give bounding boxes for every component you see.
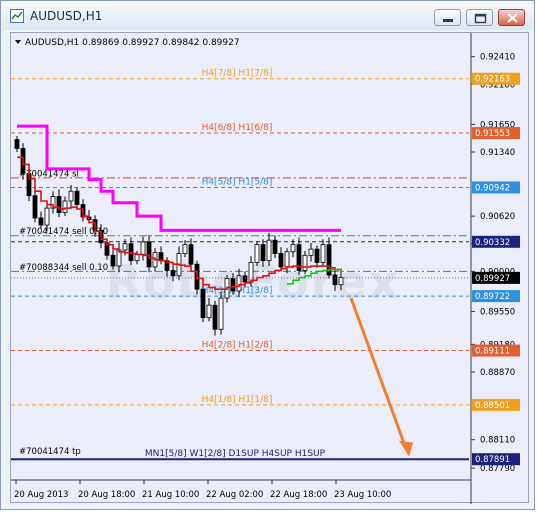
candle-body <box>134 254 140 262</box>
murrey-level-label: H4[6/8] H1[6/8] <box>202 123 273 133</box>
candle-body <box>248 262 254 283</box>
candle-body <box>314 248 320 263</box>
minimize-button[interactable] <box>434 9 461 26</box>
price-tick-label: 0.91340 <box>480 148 515 158</box>
minimize-icon <box>443 19 453 22</box>
price-tag-label: 0.92163 <box>475 75 510 85</box>
price-tick-label: 0.90620 <box>480 212 515 222</box>
time-tick-label: 20 Aug 18:00 <box>78 490 135 500</box>
time-tick-label: 22 Aug 02:00 <box>206 490 263 500</box>
candle-body <box>146 241 152 268</box>
candle-body <box>308 248 314 256</box>
murrey-level-label: H4[2/8] H1[2/8] <box>202 341 273 351</box>
candle-body <box>302 254 308 271</box>
candle-body <box>284 251 290 268</box>
candle-body <box>260 244 266 262</box>
candle-body <box>338 277 344 286</box>
current-price-label: 0.89927 <box>475 274 510 284</box>
murrey-level-label: H4[5/8] H1[5/8] <box>202 177 273 187</box>
forecast-arrow-head <box>399 440 413 457</box>
price-tick-label: 0.88110 <box>480 436 515 446</box>
price-tick-label: 0.87790 <box>480 464 515 474</box>
time-tick-label: 20 Aug 2013 <box>14 490 68 500</box>
price-tick-label: 0.89550 <box>480 307 515 317</box>
time-tick-label: 23 Aug 10:00 <box>334 490 391 500</box>
candle-body <box>56 196 62 213</box>
candle-body <box>278 253 284 268</box>
price-tag-label: 0.88501 <box>475 401 510 411</box>
chart-window-icon <box>10 9 24 23</box>
candle-body <box>140 241 146 255</box>
candle-body <box>74 190 80 205</box>
candle-body <box>218 297 224 330</box>
candle-body <box>182 244 188 254</box>
price-tick-label: 0.88870 <box>480 368 515 378</box>
maximize-icon <box>474 13 487 24</box>
candle-body <box>188 244 194 265</box>
chart-canvas: RoboForex0.924100.921000.916500.913400.9… <box>11 33 520 504</box>
close-button[interactable] <box>498 9 525 26</box>
close-icon <box>507 13 518 23</box>
candle-body <box>290 244 296 253</box>
candle-body <box>44 207 50 226</box>
candle-body <box>200 288 206 319</box>
murrey-level-label: H4[7/8] H1[7/8] <box>202 69 273 79</box>
candle-body <box>230 278 236 292</box>
candle-body <box>38 217 44 226</box>
candle-body <box>266 239 272 262</box>
murrey-level-label: H4[1/8] H1[1/8] <box>202 395 273 405</box>
chart-header: AUDUSD,H1 0.89869 0.89927 0.89842 0.8992… <box>25 38 240 48</box>
candle-body <box>320 244 326 263</box>
price-chart[interactable]: RoboForex0.924100.921000.916500.913400.9… <box>10 32 529 504</box>
candle-body <box>122 243 128 251</box>
symbol-dropdown-icon[interactable] <box>15 40 21 44</box>
time-tick-label: 22 Aug 18:00 <box>270 490 327 500</box>
chart-window: AUDUSD,H1 RoboForex0.924100.921000.91650… <box>0 0 535 510</box>
window-titlebar[interactable]: AUDUSD,H1 <box>2 2 533 30</box>
candle-body <box>170 270 176 277</box>
candle-body <box>68 190 74 202</box>
price-tick-label: 0.92410 <box>480 53 515 63</box>
price-tag-label: 0.87891 <box>475 455 510 465</box>
order-label: #70041474 tp <box>19 447 81 457</box>
candle-body <box>212 304 218 330</box>
candle-body <box>110 254 116 267</box>
price-tag-label: 0.90332 <box>475 238 510 248</box>
candle-body <box>242 275 248 283</box>
candle-body <box>14 139 20 149</box>
murrey-level-label: MN1[5/8] W1[2/8] D1SUP H4SUP H1SUP <box>145 449 326 459</box>
candle-body <box>206 304 212 319</box>
price-tag-label: 0.91553 <box>475 129 510 139</box>
candle-body <box>332 274 338 286</box>
order-label: #70088344 sell 0.10 <box>19 263 108 273</box>
price-tag-label: 0.89111 <box>475 347 510 357</box>
price-tag-label: 0.90942 <box>475 183 510 193</box>
forecast-arrow-shaft <box>349 297 408 450</box>
candle-body <box>272 239 278 254</box>
candle-body <box>254 244 260 263</box>
maximize-button[interactable] <box>466 9 493 26</box>
candle-body <box>32 195 38 219</box>
price-tag-label: 0.89722 <box>475 292 510 302</box>
time-tick-label: 21 Aug 10:00 <box>142 490 199 500</box>
candle-body <box>62 200 68 213</box>
window-title: AUDUSD,H1 <box>30 9 103 23</box>
